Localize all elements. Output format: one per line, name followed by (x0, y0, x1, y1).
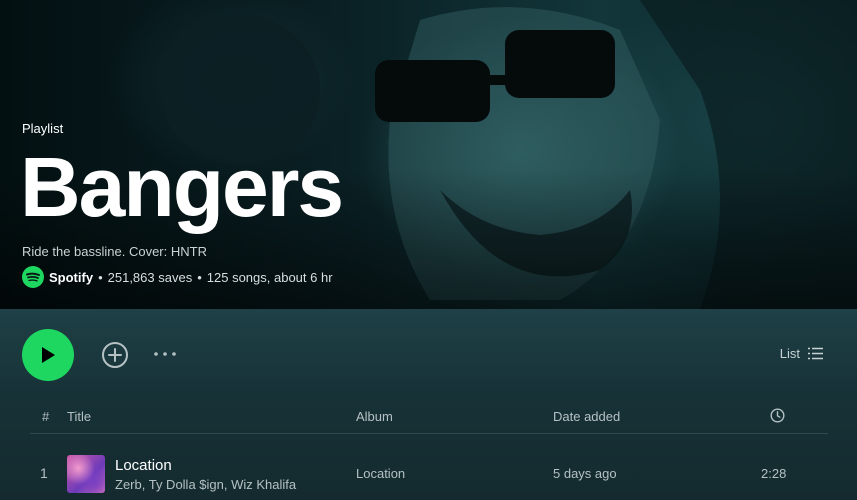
playlist-saves: 251,863 saves (107, 269, 193, 285)
track-number: 1 (40, 465, 48, 481)
track-list-header: # Title Album Date added (0, 407, 857, 435)
column-index-header: # (42, 409, 50, 424)
spotify-logo-icon[interactable] (22, 266, 44, 288)
playlist-content: List # Title Album Date added 1 Location… (0, 309, 857, 500)
track-album-link[interactable]: Location (356, 466, 405, 481)
track-cover-art (67, 455, 105, 493)
track-row[interactable]: 1 Location Zerb, Ty Dolla $ign, Wiz Khal… (0, 449, 857, 495)
play-icon (42, 347, 55, 363)
playlist-owner-link[interactable]: Spotify (49, 270, 93, 285)
more-options-button[interactable] (153, 347, 177, 361)
track-duration: 2:28 (761, 466, 787, 481)
track-title-link[interactable]: Location (115, 457, 172, 474)
column-title-header[interactable]: Title (67, 409, 91, 424)
playlist-type-label: Playlist (22, 121, 64, 136)
view-toggle-button[interactable]: List (780, 346, 823, 361)
column-album-header[interactable]: Album (356, 409, 393, 424)
clock-icon[interactable] (770, 408, 785, 426)
column-date-added-header[interactable]: Date added (553, 409, 620, 424)
list-view-icon (808, 347, 823, 360)
playlist-description: Ride the bassline. Cover: HNTR (22, 244, 207, 259)
playlist-stats: 125 songs, about 6 hr (206, 269, 333, 285)
play-button[interactable] (22, 329, 74, 381)
header-divider (30, 433, 828, 434)
meta-separator: • (98, 269, 103, 285)
add-to-library-button[interactable] (101, 341, 129, 369)
meta-separator: • (197, 269, 202, 285)
view-toggle-label: List (779, 346, 800, 361)
playlist-meta: Spotify • 251,863 saves • 125 songs, abo… (22, 266, 333, 288)
playlist-title: Bangers (20, 140, 344, 234)
track-date-added: 5 days ago (553, 466, 617, 481)
track-artists[interactable]: Zerb, Ty Dolla $ign, Wiz Khalifa (115, 477, 296, 492)
playlist-header: Playlist Bangers Ride the bassline. Cove… (0, 0, 857, 309)
